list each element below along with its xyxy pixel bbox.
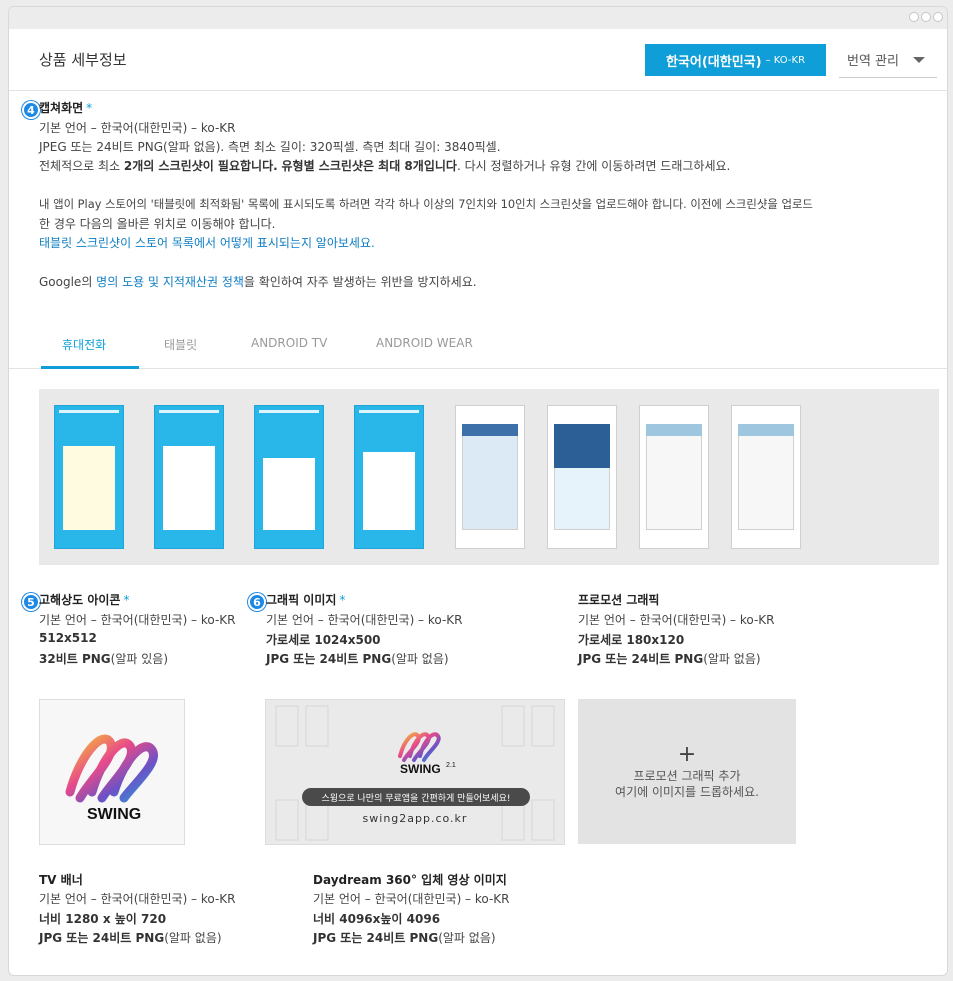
- feature-url: swing2app.co.kr: [362, 812, 468, 825]
- tv-banner-format: JPG 또는 24비트 PNG(알파 없음): [39, 929, 222, 946]
- format-bold: 32비트 PNG: [39, 652, 111, 666]
- format-bold: JPG 또는 24비트 PNG: [39, 931, 165, 945]
- rule-bold-min: 2개의 스크린샷이 필요합니다.: [123, 159, 278, 173]
- feature-graphic-title-text: 그래픽 이미지: [266, 593, 337, 607]
- screenshots-title-text: 캡쳐화면: [39, 101, 84, 115]
- hi-res-icon-image[interactable]: SWING: [39, 699, 185, 845]
- rule-bold-max: 유형별 스크린샷은 최대 8개입니다: [281, 159, 457, 173]
- format-bold: JPG 또는 24비트 PNG: [578, 652, 704, 666]
- promo-add-label: 프로모션 그래픽 추가: [633, 768, 741, 783]
- hi-res-icon-title: 고해상도 아이콘 *: [39, 591, 129, 608]
- screenshots-default-lang: 기본 언어 – 한국어(대한민국) – ko-KR: [39, 121, 236, 135]
- window-controls: [909, 12, 943, 22]
- translate-label: 번역 관리: [847, 54, 899, 69]
- feature-graphic-image[interactable]: SWING 2.1 스윙으로 나만의 무료앱을 간편하게 만들어보세요! swi…: [265, 699, 565, 845]
- translate-manage-dropdown[interactable]: 번역 관리: [839, 42, 937, 78]
- format-bold: JPG 또는 24비트 PNG: [313, 931, 439, 945]
- format-rest: (알파 없음): [703, 652, 761, 666]
- active-tab-indicator: [41, 366, 139, 369]
- required-mark: *: [123, 593, 130, 607]
- tv-banner-size: 너비 1280 x 높이 720: [39, 912, 167, 926]
- feature-tagline: 스윙으로 나만의 무료앱을 간편하게 만들어보세요!: [302, 788, 530, 806]
- hi-res-icon-lang: 기본 언어 – 한국어(대한민국) – ko-KR: [39, 613, 236, 627]
- language-button[interactable]: 한국어(대한민국) – KO-KR: [645, 44, 826, 76]
- format-rest: (알파 없음): [438, 931, 496, 945]
- tv-banner-lang: 기본 언어 – 한국어(대한민국) – ko-KR: [39, 892, 236, 906]
- screenshot-thumb[interactable]: [254, 405, 324, 549]
- screenshot-thumb[interactable]: [731, 405, 801, 549]
- window-dot-icon[interactable]: [909, 12, 919, 22]
- step-badge: 4: [22, 101, 40, 119]
- app-window: 상품 세부정보 한국어(대한민국) – KO-KR 번역 관리 4 캡쳐화면 * …: [8, 6, 948, 976]
- rule-prefix: 전체적으로 최소: [39, 159, 124, 173]
- promo-graphic-title: 프로모션 그래픽: [578, 593, 660, 607]
- page-header: 상품 세부정보 한국어(대한민국) – KO-KR 번역 관리: [9, 29, 947, 91]
- tab-android-wear[interactable]: ANDROID WEAR: [376, 336, 473, 350]
- title-bar: [9, 7, 947, 29]
- language-label: 한국어(대한민국): [665, 54, 762, 70]
- format-rest: (알파 있음): [110, 652, 168, 666]
- daydream-title: Daydream 360° 입체 영상 이미지: [313, 873, 507, 887]
- hi-res-icon-size: 512x512: [39, 631, 97, 645]
- screenshot-thumb[interactable]: [547, 405, 617, 549]
- feature-graphic-lang: 기본 언어 – 한국어(대한민국) – ko-KR: [266, 613, 463, 627]
- required-mark: *: [86, 101, 93, 115]
- screenshot-thumb[interactable]: [354, 405, 424, 549]
- window-dot-icon[interactable]: [921, 12, 931, 22]
- tablet-notice-line1: 내 앱이 Play 스토어의 '태블릿에 최적화됨' 목록에 표시되도록 하려면…: [39, 197, 813, 211]
- feature-logo-version: 2.1: [446, 762, 456, 769]
- window-dot-icon[interactable]: [933, 12, 943, 22]
- tab-android-tv[interactable]: ANDROID TV: [251, 336, 327, 350]
- screenshots-format: JPEG 또는 24비트 PNG(알파 없음). 측면 최소 길이: 320픽셀…: [39, 140, 501, 154]
- screenshot-thumb[interactable]: [639, 405, 709, 549]
- device-tabs: 휴대전화 태블릿 ANDROID TV ANDROID WEAR: [9, 322, 947, 369]
- promo-graphic-dropzone[interactable]: + 프로모션 그래픽 추가 여기에 이미지를 드롭하세요.: [578, 699, 796, 844]
- feature-logo-text: SWING: [400, 762, 441, 776]
- feature-graphic-title: 그래픽 이미지 *: [266, 591, 345, 608]
- step-badge: 6: [248, 593, 266, 611]
- screenshots-rule: 전체적으로 최소 2개의 스크린샷이 필요합니다. 유형별 스크린샷은 최대 8…: [39, 157, 730, 174]
- policy-notice: Google의 명의 도용 및 지적재산권 정책을 확인하여 자주 발생하는 위…: [39, 273, 477, 290]
- format-bold: JPG 또는 24비트 PNG: [266, 652, 392, 666]
- tab-tablet[interactable]: 태블릿: [164, 336, 197, 353]
- rule-suffix: . 다시 정렬하거나 유형 간에 이동하려면 드래그하세요.: [456, 159, 731, 173]
- tablet-help-link[interactable]: 태블릿 스크린샷이 스토어 목록에서 어떻게 표시되는지 알아보세요.: [39, 234, 375, 251]
- feature-graphic-format: JPG 또는 24비트 PNG(알파 없음): [266, 650, 449, 667]
- language-code: – KO-KR: [765, 54, 806, 66]
- promo-graphic-size: 가로세로 180x120: [578, 633, 685, 647]
- daydream-size: 너비 4096x높이 4096: [313, 912, 441, 926]
- tv-banner-title: TV 배너: [39, 873, 83, 887]
- tablet-notice-line2: 한 경우 다음의 올바른 위치로 이동해야 합니다.: [39, 217, 276, 231]
- step-badge: 5: [22, 593, 40, 611]
- promo-graphic-format: JPG 또는 24비트 PNG(알파 없음): [578, 650, 761, 667]
- format-rest: (알파 없음): [391, 652, 449, 666]
- feature-graphic-size: 가로세로 1024x500: [266, 633, 381, 647]
- daydream-format: JPG 또는 24비트 PNG(알파 없음): [313, 929, 496, 946]
- screenshot-strip: [39, 389, 939, 565]
- promo-graphic-lang: 기본 언어 – 한국어(대한민국) – ko-KR: [578, 613, 775, 627]
- policy-suffix: 을 확인하여 자주 발생하는 위반을 방지하세요.: [243, 275, 477, 289]
- screenshot-thumb[interactable]: [455, 405, 525, 549]
- screenshots-title: 캡쳐화면 *: [39, 99, 92, 116]
- policy-link[interactable]: 명의 도용 및 지적재산권 정책: [96, 275, 244, 289]
- chevron-down-icon: [912, 56, 925, 63]
- hi-res-icon-title-text: 고해상도 아이콘: [39, 593, 121, 607]
- icon-logo-text: SWING: [87, 806, 142, 823]
- hi-res-icon-format: 32비트 PNG(알파 있음): [39, 650, 168, 667]
- promo-drop-hint: 여기에 이미지를 드롭하세요.: [615, 784, 759, 799]
- daydream-lang: 기본 언어 – 한국어(대한민국) – ko-KR: [313, 892, 510, 906]
- required-mark: *: [339, 593, 346, 607]
- policy-prefix: Google의: [39, 275, 97, 289]
- page-title: 상품 세부정보: [39, 51, 127, 69]
- tab-phone[interactable]: 휴대전화: [62, 336, 106, 353]
- screenshot-thumb[interactable]: [154, 405, 224, 549]
- add-icon: +: [677, 741, 697, 767]
- screenshot-thumb[interactable]: [54, 405, 124, 549]
- format-rest: (알파 없음): [164, 931, 222, 945]
